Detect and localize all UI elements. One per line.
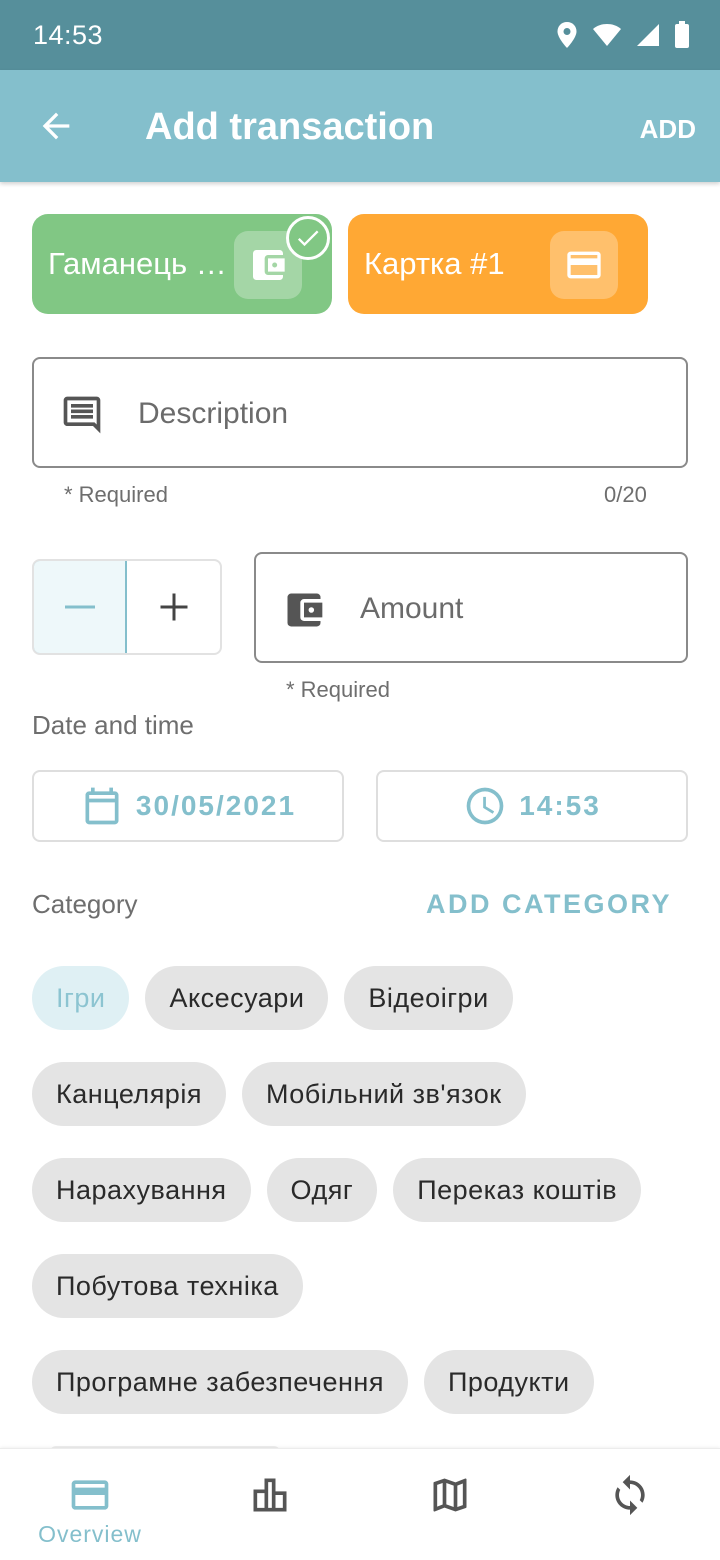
add-category-button[interactable]: ADD CATEGORY	[426, 889, 672, 920]
page-title: Add transaction	[145, 106, 435, 148]
amount-helper: * Required	[286, 677, 390, 702]
wifi-icon	[593, 24, 621, 46]
category-chip[interactable]: Продукти	[423, 1350, 594, 1414]
date-button[interactable]: 30/05/2021	[32, 770, 344, 842]
description-helper: * Required	[64, 482, 168, 507]
time-value: 14:53	[519, 790, 601, 821]
arrow-back-icon	[42, 112, 70, 140]
amount-field[interactable]: Amount	[254, 552, 688, 663]
category-label: Category	[32, 889, 138, 919]
date-time-label: Date and time	[32, 710, 194, 740]
description-placeholder: Description	[138, 397, 289, 430]
plus-icon	[160, 593, 187, 621]
minus-icon	[64, 605, 95, 609]
clock-icon	[466, 787, 504, 825]
selected-check-icon	[286, 216, 330, 260]
nav-statistics[interactable]	[180, 1449, 360, 1560]
sync-icon	[615, 1474, 645, 1516]
wallet-icon	[280, 586, 328, 634]
category-chip[interactable]: Аксесуари	[145, 966, 329, 1030]
status-time: 14:53	[33, 20, 104, 50]
category-chip[interactable]: Ігри	[32, 966, 130, 1030]
bottom-nav: Overview	[0, 1448, 720, 1560]
nav-map[interactable]	[360, 1449, 540, 1560]
back-button[interactable]	[30, 100, 82, 152]
description-counter: 0/20	[604, 482, 647, 507]
minus-button[interactable]	[34, 561, 127, 653]
nav-sync[interactable]	[540, 1449, 720, 1560]
plus-button[interactable]	[127, 561, 220, 653]
wallet-card-2[interactable]: Картка #1	[348, 214, 648, 314]
credit-card-icon	[567, 251, 601, 279]
category-chip[interactable]: Мобільний зв'язок	[241, 1062, 526, 1126]
category-chip[interactable]: Побутова техніка	[32, 1254, 303, 1318]
nav-overview[interactable]: Overview	[0, 1449, 180, 1560]
description-field[interactable]: Description	[32, 357, 688, 468]
category-chip[interactable]: Нарахування	[32, 1158, 251, 1222]
status-bar: 14:53	[0, 0, 720, 70]
map-icon	[433, 1478, 467, 1512]
category-chip[interactable]: Канцелярія	[32, 1062, 226, 1126]
comment-icon	[58, 391, 106, 439]
calendar-icon	[85, 787, 119, 825]
app-bar: Add transaction ADD	[0, 70, 720, 182]
signal-icon	[637, 24, 659, 46]
time-button[interactable]: 14:53	[376, 770, 688, 842]
add-button[interactable]: ADD	[640, 114, 696, 145]
wallet-name: Картка #1	[364, 246, 505, 281]
nav-label: Overview	[38, 1521, 142, 1547]
date-value: 30/05/2021	[135, 790, 297, 821]
battery-icon	[675, 21, 689, 48]
sign-toggle	[32, 559, 222, 655]
category-chip[interactable]: Переказ коштів	[393, 1158, 642, 1222]
amount-placeholder: Amount	[360, 592, 464, 625]
wallet-card-1[interactable]: Гаманець …	[32, 214, 332, 314]
category-chip[interactable]: Одяг	[266, 1158, 378, 1222]
category-chips: Ігри Аксесуари Відеоігри Канцелярія Мобі…	[32, 966, 692, 1446]
bar-chart-icon	[253, 1478, 287, 1512]
wallet-icon-box	[550, 231, 618, 299]
location-icon	[557, 22, 577, 48]
wallet-name: Гаманець …	[48, 246, 227, 281]
category-chip[interactable]: Відеоігри	[344, 966, 513, 1030]
wallet-icon	[253, 250, 285, 280]
credit-card-icon	[71, 1480, 109, 1510]
status-icons	[556, 20, 690, 50]
category-chip[interactable]: Програмне забезпечення	[32, 1350, 408, 1414]
